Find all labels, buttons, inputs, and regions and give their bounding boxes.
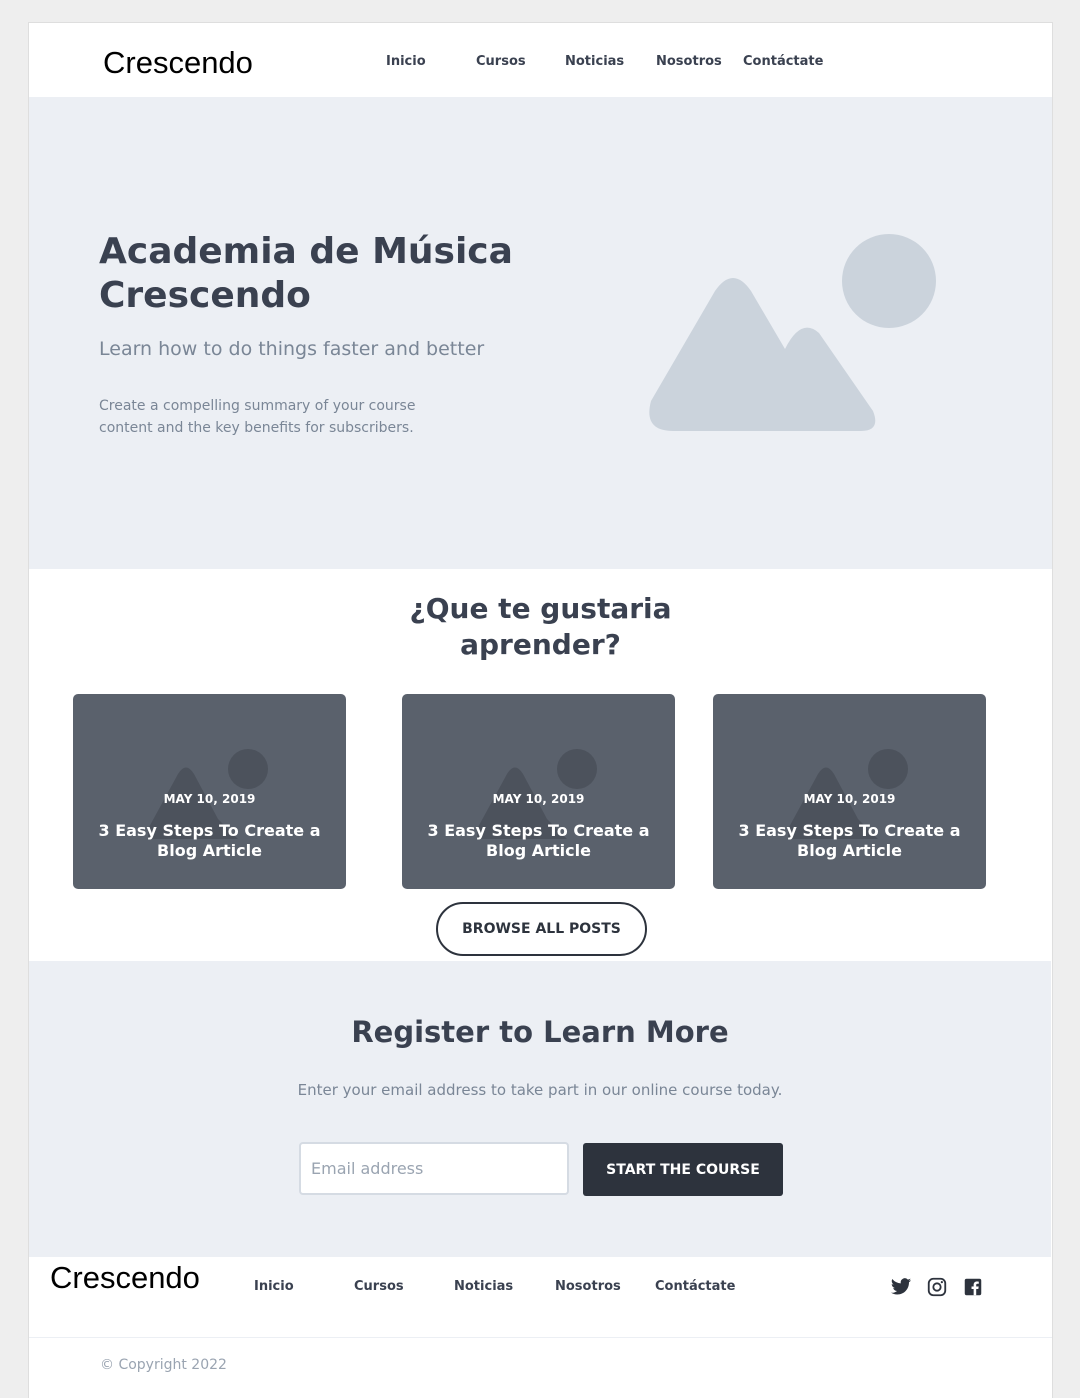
site-header: Crescendo Inicio Cursos Noticias Nosotro… bbox=[29, 23, 1052, 97]
nav-cursos[interactable]: Cursos bbox=[476, 54, 526, 69]
hero-title: Academia de Música Crescendo bbox=[99, 231, 513, 316]
footer-divider bbox=[29, 1337, 1052, 1338]
start-course-button[interactable]: START THE COURSE bbox=[583, 1143, 783, 1196]
post-card[interactable]: MAY 10, 2019 3 Easy Steps To Create a Bl… bbox=[713, 694, 986, 889]
site-footer: Crescendo Inicio Cursos Noticias Nosotro… bbox=[29, 1257, 1052, 1398]
nav-noticias[interactable]: Noticias bbox=[565, 54, 624, 69]
footer-nav-noticias[interactable]: Noticias bbox=[454, 1279, 513, 1294]
post-card[interactable]: MAY 10, 2019 3 Easy Steps To Create a Bl… bbox=[402, 694, 675, 889]
post-date: MAY 10, 2019 bbox=[492, 792, 585, 806]
footer-nav-contactate[interactable]: Contáctate bbox=[655, 1279, 735, 1294]
brand-logo[interactable]: Crescendo bbox=[103, 47, 253, 78]
nav-contactate[interactable]: Contáctate bbox=[743, 54, 823, 69]
nav-inicio[interactable]: Inicio bbox=[386, 54, 426, 69]
register-section: Register to Learn More Enter your email … bbox=[29, 961, 1051, 1257]
browse-all-posts-button[interactable]: BROWSE ALL POSTS bbox=[436, 902, 647, 956]
register-title: Register to Learn More bbox=[351, 1015, 729, 1049]
hero-description: Create a compelling summary of your cour… bbox=[99, 398, 416, 436]
email-field[interactable] bbox=[299, 1142, 569, 1195]
twitter-icon[interactable] bbox=[890, 1276, 912, 1298]
post-date: MAY 10, 2019 bbox=[163, 792, 256, 806]
footer-nav-cursos[interactable]: Cursos bbox=[354, 1279, 404, 1294]
post-title[interactable]: 3 Easy Steps To Create a Blog Article bbox=[422, 821, 655, 861]
post-date: MAY 10, 2019 bbox=[803, 792, 896, 806]
hero-subtitle: Learn how to do things faster and better bbox=[99, 338, 485, 360]
copyright-text: © Copyright 2022 bbox=[100, 1357, 227, 1373]
post-card[interactable]: MAY 10, 2019 3 Easy Steps To Create a Bl… bbox=[73, 694, 346, 889]
instagram-icon[interactable] bbox=[926, 1276, 948, 1298]
footer-brand-logo[interactable]: Crescendo bbox=[50, 1262, 200, 1293]
register-description: Enter your email address to take part in… bbox=[297, 1081, 783, 1099]
learn-title-line2: aprender? bbox=[460, 628, 621, 661]
learn-title-line1: ¿Que te gustaria bbox=[409, 592, 672, 625]
image-placeholder-icon bbox=[649, 234, 936, 431]
facebook-icon[interactable] bbox=[962, 1276, 984, 1298]
footer-nav-nosotros[interactable]: Nosotros bbox=[555, 1279, 621, 1294]
footer-nav-inicio[interactable]: Inicio bbox=[254, 1279, 294, 1294]
nav-nosotros[interactable]: Nosotros bbox=[656, 54, 722, 69]
post-title[interactable]: 3 Easy Steps To Create a Blog Article bbox=[733, 821, 966, 861]
hero-section: Academia de Música Crescendo Learn how t… bbox=[29, 97, 1052, 569]
post-title[interactable]: 3 Easy Steps To Create a Blog Article bbox=[93, 821, 326, 861]
page: Crescendo Inicio Cursos Noticias Nosotro… bbox=[28, 22, 1053, 1398]
learn-section-title: ¿Que te gustaria aprender? bbox=[29, 591, 1052, 663]
